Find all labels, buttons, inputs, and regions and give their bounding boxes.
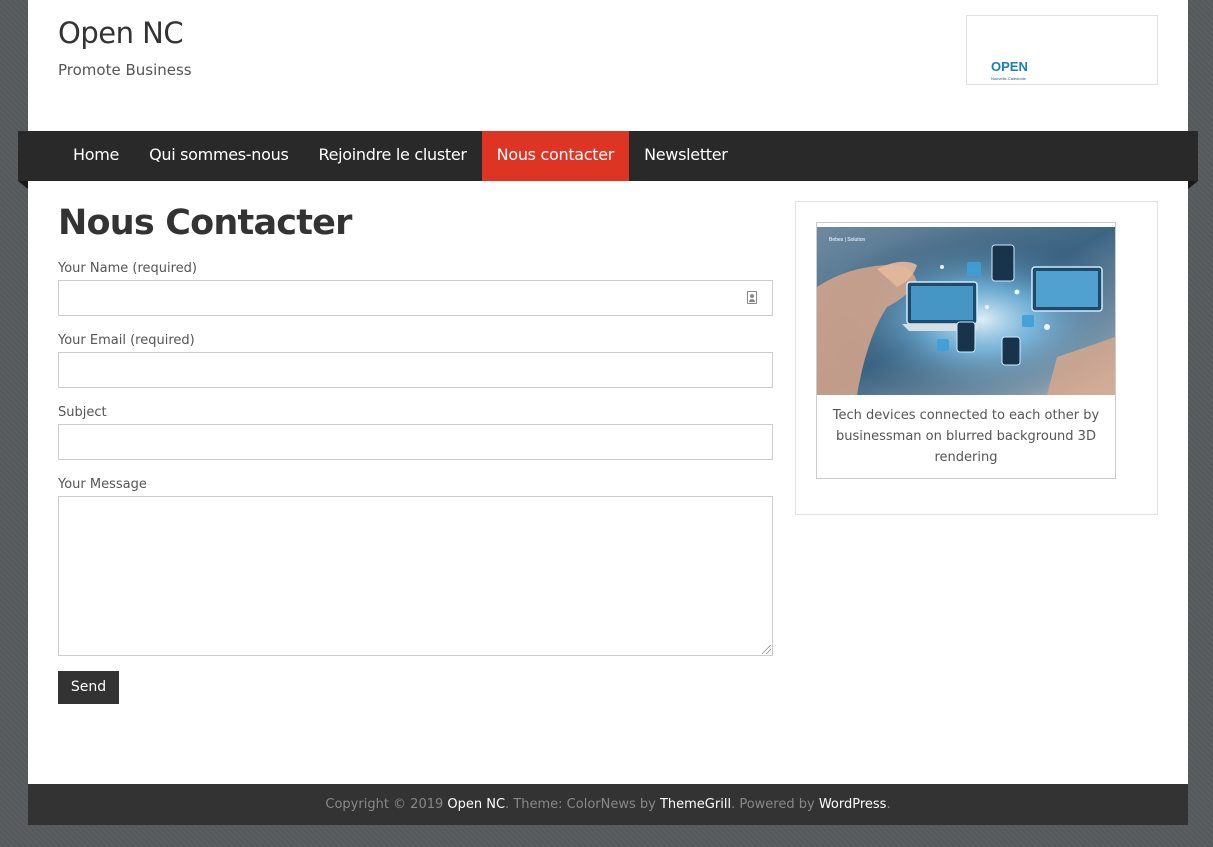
name-field[interactable]	[58, 280, 773, 316]
main-navigation: Home Qui sommes-nous Rejoindre le cluste…	[18, 131, 1198, 189]
nav-fold-right	[1188, 181, 1198, 189]
header-banner[interactable]: OPEN Nouvelle-Calédonie	[966, 15, 1158, 85]
tech-devices-illustration	[817, 227, 1115, 395]
name-label: Your Name (required)	[58, 261, 197, 276]
nav-fold-left	[18, 181, 28, 189]
page-wrapper: Open NC Promote Business OPEN Nouvelle-C…	[18, 0, 1198, 847]
footer-theme-text: . Theme: ColorNews by	[505, 797, 660, 812]
logo-subtext: Nouvelle-Calédonie	[991, 76, 1026, 81]
nav-item-rejoindre-le-cluster[interactable]: Rejoindre le cluster	[304, 131, 482, 181]
sidebar-image-widget: Bebes | Solution Tech devices connected …	[795, 201, 1158, 515]
page-title: Nous Contacter	[58, 203, 352, 243]
send-button[interactable]: Send	[58, 671, 119, 704]
subject-label: Subject	[58, 405, 107, 420]
site-footer: Copyright © 2019 Open NC. Theme: ColorNe…	[28, 784, 1188, 825]
email-label: Your Email (required)	[58, 333, 195, 348]
message-label: Your Message	[58, 477, 147, 492]
open-logo: OPEN Nouvelle-Calédonie	[991, 58, 1035, 81]
nav-item-home[interactable]: Home	[58, 131, 134, 181]
tech-devices-image[interactable]: Bebes | Solution	[817, 227, 1115, 395]
footer-suffix: .	[886, 797, 891, 812]
main-content: Nous Contacter Your Name (required) Your…	[28, 181, 1188, 784]
image-figure: Bebes | Solution Tech devices connected …	[816, 222, 1116, 479]
email-field[interactable]	[58, 352, 773, 388]
nav-item-qui-sommes-nous[interactable]: Qui sommes-nous	[134, 131, 303, 181]
nav-menu: Home Qui sommes-nous Rejoindre le cluste…	[58, 131, 743, 181]
site-title[interactable]: Open NC	[58, 16, 184, 50]
message-field[interactable]	[58, 496, 773, 656]
nav-item-newsletter[interactable]: Newsletter	[629, 131, 743, 181]
logo-text: OPEN	[991, 59, 1028, 74]
site-header: Open NC Promote Business OPEN Nouvelle-C…	[28, 0, 1188, 131]
footer-powered-text: . Powered by	[731, 797, 819, 812]
resize-handle-icon[interactable]	[762, 645, 771, 654]
nav-item-nous-contacter[interactable]: Nous contacter	[481, 131, 630, 181]
subject-field[interactable]	[58, 424, 773, 460]
footer-wordpress-link[interactable]: WordPress	[819, 797, 887, 812]
site-tagline: Promote Business	[58, 61, 192, 79]
footer-themegrill-link[interactable]: ThemeGrill	[660, 797, 731, 812]
image-caption: Tech devices connected to each other by …	[832, 408, 1100, 465]
footer-site-link[interactable]: Open NC	[447, 797, 505, 812]
image-overlay-text: Bebes | Solution	[829, 237, 866, 243]
footer-copyright-prefix: Copyright © 2019	[325, 797, 448, 812]
